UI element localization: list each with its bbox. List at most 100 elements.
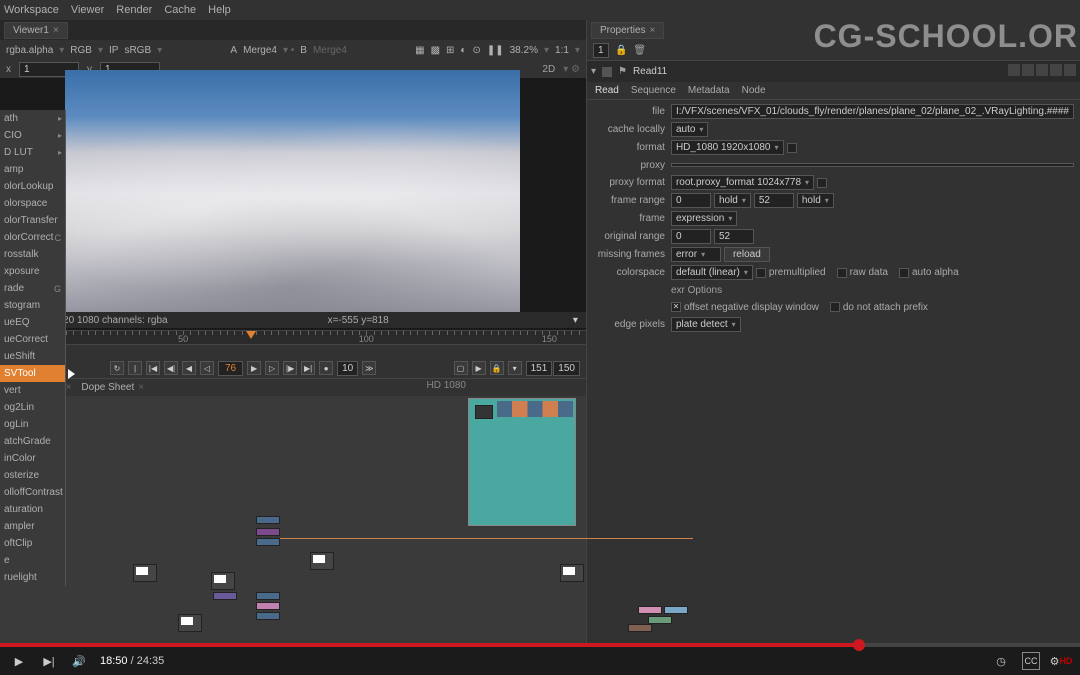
minimap[interactable]: [468, 398, 576, 526]
ctx-item-osterize[interactable]: osterize: [0, 467, 65, 484]
node-read[interactable]: [211, 572, 235, 590]
node-color[interactable]: [256, 528, 280, 536]
menu-workspace[interactable]: Workspace: [4, 4, 59, 16]
a-input[interactable]: Merge4: [243, 45, 277, 56]
node-merge[interactable]: [256, 612, 280, 620]
raw-chk[interactable]: [837, 268, 847, 278]
tb-icon[interactable]: ⊙: [472, 45, 480, 56]
lock-icon[interactable]: 🔒: [615, 45, 627, 56]
ctx-item-rosstalk[interactable]: rosstalk: [0, 246, 65, 263]
node-header[interactable]: ▾ ⚑ Read11: [587, 60, 1080, 82]
ip-btn[interactable]: IP: [109, 45, 118, 56]
play-btn[interactable]: ▶: [247, 361, 261, 375]
flag-icon[interactable]: ⚑: [618, 66, 627, 77]
last-frame-btn[interactable]: ▶|: [301, 361, 315, 375]
offset-chk[interactable]: [671, 302, 681, 312]
speed-btn[interactable]: ≫: [362, 361, 376, 375]
color-menu[interactable]: athCIOD LUTampolorLookupolorspaceolorTra…: [0, 110, 66, 586]
tb-icon[interactable]: ⊞: [446, 45, 454, 56]
volume-icon[interactable]: 🔊: [70, 652, 88, 670]
node-read[interactable]: [133, 564, 157, 582]
tb-icon[interactable]: ▩: [431, 45, 440, 56]
trash-icon[interactable]: 🗑: [633, 45, 646, 56]
pause-icon[interactable]: ❚❚: [487, 45, 504, 56]
next-button[interactable]: ▶|: [40, 652, 58, 670]
node-cluster[interactable]: [628, 606, 698, 636]
autoalpha-chk[interactable]: [899, 268, 909, 278]
colorspace-dd[interactable]: default (linear): [671, 265, 753, 280]
node-read[interactable]: [178, 614, 202, 632]
proxy-chk[interactable]: [817, 178, 827, 188]
orig-end[interactable]: 52: [714, 229, 754, 244]
ctx-item-incolor[interactable]: inColor: [0, 450, 65, 467]
rec-btn[interactable]: ●: [319, 361, 333, 375]
ctx-item-ueeq[interactable]: ueEQ: [0, 314, 65, 331]
frame-dd[interactable]: expression: [671, 211, 737, 226]
subtab-read[interactable]: Read: [595, 85, 619, 96]
range-start[interactable]: 0: [671, 193, 711, 208]
reload-button[interactable]: reload: [724, 247, 770, 262]
menu-viewer[interactable]: Viewer: [71, 4, 104, 16]
range-end[interactable]: 52: [754, 193, 794, 208]
zoom-label[interactable]: 38.2%: [510, 45, 538, 56]
menu-render[interactable]: Render: [116, 4, 152, 16]
ctx-item-xposure[interactable]: xposure: [0, 263, 65, 280]
node-header-buttons[interactable]: [1006, 64, 1076, 79]
end-frame[interactable]: 151: [526, 361, 553, 376]
ctx-item-stogram[interactable]: stogram: [0, 297, 65, 314]
timeline[interactable]: 50100150: [0, 330, 586, 358]
current-frame[interactable]: 76: [218, 361, 243, 376]
hold1-dd[interactable]: hold: [714, 193, 751, 208]
ctx-item-cio[interactable]: CIO: [0, 127, 65, 144]
tb-btn[interactable]: ▢: [454, 361, 468, 375]
channel-dd[interactable]: rgba.alpha: [6, 45, 53, 56]
b-input[interactable]: Merge4: [313, 45, 347, 56]
step-btn[interactable]: |: [128, 361, 142, 375]
ctx-item-rade[interactable]: rade: [0, 280, 65, 297]
ctx-item-e[interactable]: e: [0, 552, 65, 569]
ctx-item-oglin[interactable]: ogLin: [0, 416, 65, 433]
tb-btn[interactable]: ▶: [472, 361, 486, 375]
ctx-item-olortransfer[interactable]: olorTransfer: [0, 212, 65, 229]
ctx-item-olorlookup[interactable]: olorLookup: [0, 178, 65, 195]
subtab-node[interactable]: Node: [742, 85, 766, 96]
ctx-item-olorspace[interactable]: olorspace: [0, 195, 65, 212]
ctx-item-olorcorrect[interactable]: olorCorrect: [0, 229, 65, 246]
range-end[interactable]: 150: [553, 361, 580, 376]
tb-icon[interactable]: ▦: [415, 45, 424, 56]
play-back-btn[interactable]: ◁: [200, 361, 214, 375]
proxy-field[interactable]: [671, 163, 1074, 167]
tb-icon[interactable]: ◐: [460, 45, 466, 56]
ctx-item-d lut[interactable]: D LUT: [0, 144, 65, 161]
ctx-item-ampler[interactable]: ampler: [0, 518, 65, 535]
cc-button[interactable]: CC: [1022, 652, 1040, 670]
ctx-item-vert[interactable]: vert: [0, 382, 65, 399]
watch-later-icon[interactable]: ◷: [992, 652, 1010, 670]
ctx-item-oftclip[interactable]: oftClip: [0, 535, 65, 552]
menu-cache[interactable]: Cache: [164, 4, 196, 16]
tb-btn[interactable]: ▾: [508, 361, 522, 375]
next-key-btn[interactable]: |▶: [283, 361, 297, 375]
edge-dd[interactable]: plate detect: [671, 317, 741, 332]
close-icon[interactable]: ×: [53, 25, 59, 36]
node-merge[interactable]: [256, 538, 280, 546]
ctx-item-og2lin[interactable]: og2Lin: [0, 399, 65, 416]
ctx-item-aturation[interactable]: aturation: [0, 501, 65, 518]
progress-bar[interactable]: [0, 643, 1080, 647]
missing-dd[interactable]: error: [671, 247, 721, 262]
premult-chk[interactable]: [756, 268, 766, 278]
lock-icon[interactable]: 🔒: [490, 361, 504, 375]
ctx-item-olloffcontrast[interactable]: olloffContrast: [0, 484, 65, 501]
node-color[interactable]: [256, 602, 280, 610]
fps-field[interactable]: 10: [337, 361, 358, 376]
viewer[interactable]: HD 1080 bbox: 0 0 1920 1080 channels: rg…: [0, 78, 586, 330]
menu-help[interactable]: Help: [208, 4, 231, 16]
node-color-swatch[interactable]: [602, 67, 612, 77]
node-read[interactable]: [310, 552, 334, 570]
ctx-item-amp[interactable]: amp: [0, 161, 65, 178]
ctx-item-uecorrect[interactable]: ueCorrect: [0, 331, 65, 348]
mode-2d[interactable]: 2D: [542, 64, 555, 75]
rgb-btn[interactable]: RGB: [70, 45, 92, 56]
ctx-item-atchgrade[interactable]: atchGrade: [0, 433, 65, 450]
proxyformat-dd[interactable]: root.proxy_format 1024x778: [671, 175, 814, 190]
